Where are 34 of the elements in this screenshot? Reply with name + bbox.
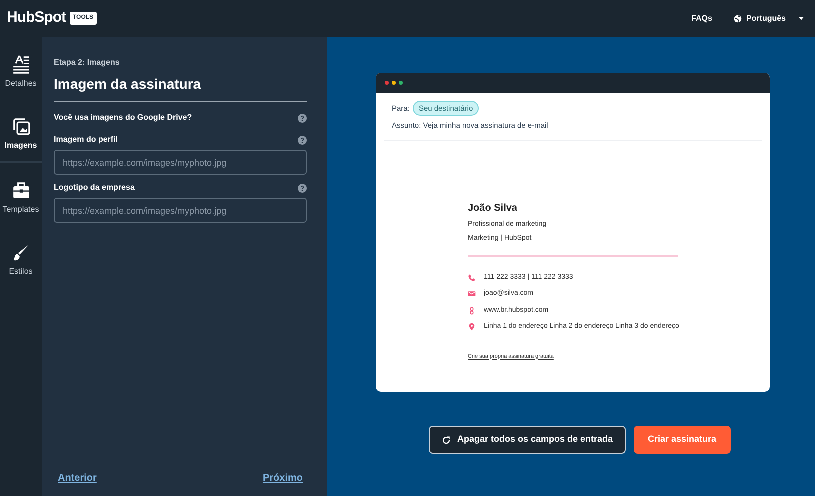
window-dot <box>385 81 389 85</box>
sidebar-item[interactable]: Detalhes <box>0 45 42 99</box>
signature-name: João Silva <box>468 202 518 216</box>
logo: HubSpot <box>7 8 66 28</box>
window-dot <box>392 81 396 85</box>
help-icon <box>298 136 307 144</box>
paintbrush-icon <box>12 243 30 262</box>
previous-link[interactable]: Anterior <box>58 471 97 486</box>
caret-icon <box>798 15 805 22</box>
toolbox-icon <box>12 181 30 200</box>
language-selector[interactable]: Português <box>734 12 805 24</box>
globe-icon <box>734 14 742 22</box>
map-pin-icon <box>468 323 476 332</box>
envelope-icon <box>468 290 476 298</box>
url-input-field[interactable]: https://example.com/images/myphoto.jpg <box>54 150 307 175</box>
sidebar-item[interactable]: Estilos <box>0 233 42 287</box>
field-label: Imagem do perfil <box>54 134 118 146</box>
help-icon <box>298 184 307 192</box>
faq-link[interactable]: FAQs <box>692 12 712 24</box>
refresh-icon <box>442 436 452 444</box>
image-stack-icon <box>12 117 30 136</box>
help-icon <box>298 114 307 122</box>
section-title: Imagem da assinatura <box>54 69 307 102</box>
sidebar-item[interactable]: Templates <box>0 171 42 225</box>
text-lines-icon <box>12 55 30 74</box>
next-link[interactable]: Próximo <box>262 471 303 486</box>
url-input-field[interactable]: https://example.com/images/myphoto.jpg <box>54 198 307 223</box>
phone-icon <box>468 274 476 282</box>
window-dot <box>399 81 403 85</box>
link-icon <box>468 306 476 315</box>
field-label: Logotipo da empresa <box>54 182 135 194</box>
step-label: Etapa 2: Imagens <box>54 57 121 69</box>
reset-button[interactable]: Apagar todos os campos de entrada <box>429 426 626 454</box>
field-label: Você usa imagens do Google Drive? <box>54 112 192 124</box>
